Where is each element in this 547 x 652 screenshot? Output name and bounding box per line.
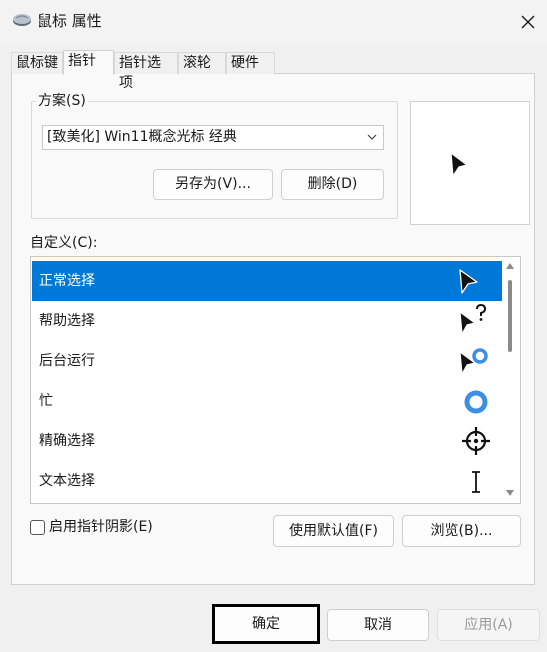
list-item-label: 文本选择 (39, 473, 95, 489)
list-item-normal-select[interactable]: 正常选择 (32, 261, 502, 301)
use-default-button[interactable]: 使用默认值(F) (273, 515, 394, 547)
list-item-label: 正常选择 (39, 273, 95, 289)
mouse-properties-window: 鼠标 属性 鼠标键 指针 指针选项 滚轮 硬件 方案(S) [致美化] Win1… (0, 0, 547, 652)
working-in-background-cursor-icon (459, 348, 488, 375)
text-cursor-icon (472, 471, 480, 493)
scheme-group-label: 方案(S) (36, 92, 88, 110)
chevron-down-icon (367, 134, 377, 140)
scheme-group (31, 101, 398, 219)
list-item-working-in-background[interactable]: 后台运行 (32, 341, 502, 381)
tab-pointers[interactable]: 指针 (63, 50, 114, 75)
apply-button[interactable]: 应用(A) (437, 609, 540, 641)
pointer-shadow-label[interactable]: 启用指针阴影(E) (49, 518, 153, 536)
browse-button[interactable]: 浏览(B)... (402, 515, 521, 547)
cursor-preview (410, 101, 530, 225)
save-as-button[interactable]: 另存为(V)... (153, 169, 273, 200)
customize-label: 自定义(C): (30, 235, 98, 251)
busy-cursor-icon (464, 390, 488, 414)
list-item-label: 帮助选择 (39, 313, 95, 329)
tab-hardware[interactable]: 硬件 (226, 52, 275, 74)
window-title: 鼠标 属性 (37, 12, 102, 30)
list-item-precision-select[interactable]: 精确选择 (32, 421, 502, 461)
list-item-label: 后台运行 (39, 353, 95, 369)
tab-wheel[interactable]: 滚轮 (178, 52, 226, 74)
tab-pointer-options[interactable]: 指针选项 (114, 52, 178, 91)
delete-button[interactable]: 删除(D) (281, 169, 384, 200)
pointer-shadow-checkbox[interactable] (30, 520, 45, 535)
close-icon[interactable] (516, 10, 540, 34)
tab-buttons[interactable]: 鼠标键 (11, 52, 63, 74)
list-item-label: 忙 (39, 393, 53, 409)
ok-button[interactable]: 确定 (212, 604, 320, 644)
cursor-list: 正常选择 帮助选择 后台运行 忙 精确选择 文本选择 (30, 256, 521, 504)
scheme-dropdown-value: [致美化] Win11概念光标 经典 (47, 129, 237, 145)
arrow-cursor-icon (450, 152, 468, 177)
arrow-cursor-icon (459, 269, 478, 294)
scroll-up-icon[interactable] (506, 263, 514, 269)
list-item-help-select[interactable]: 帮助选择 (32, 301, 502, 341)
crosshair-cursor-icon (462, 427, 490, 455)
cancel-button[interactable]: 取消 (327, 609, 429, 641)
scrollbar-thumb[interactable] (508, 280, 512, 352)
scroll-down-icon[interactable] (506, 490, 514, 496)
title-bar: 鼠标 属性 (0, 0, 547, 44)
list-item-text-select[interactable]: 文本选择 (32, 461, 502, 501)
scheme-dropdown[interactable]: [致美化] Win11概念光标 经典 (42, 125, 384, 150)
list-item-label: 精确选择 (39, 433, 95, 449)
help-cursor-icon (459, 304, 487, 335)
mouse-icon (13, 14, 31, 26)
list-item-busy[interactable]: 忙 (32, 381, 502, 421)
